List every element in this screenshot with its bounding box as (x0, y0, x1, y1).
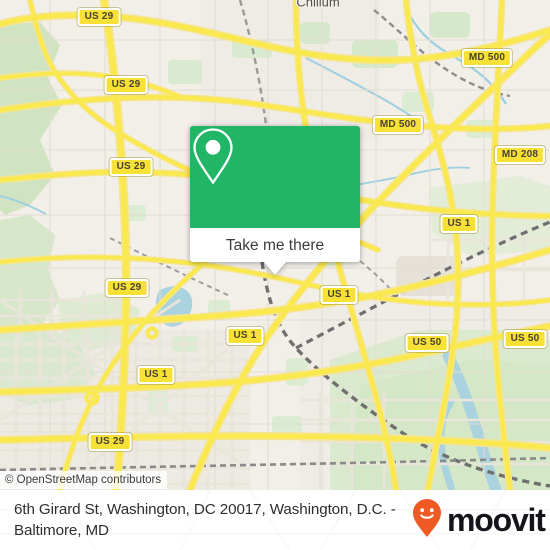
road-shield[interactable]: MD 500 (372, 116, 424, 134)
road-shield[interactable]: MD 500 (461, 49, 513, 67)
map-canvas[interactable]: Chillum US 29 US 29 US 29 US 29 US 29 US… (0, 0, 550, 490)
road-shield[interactable]: US 29 (105, 279, 149, 297)
place-label-chillum: Chillum (296, 0, 340, 10)
road-shield[interactable]: US 1 (320, 286, 358, 304)
road-shield[interactable]: US 29 (109, 158, 153, 176)
footer-bar: 6th Girard St, Washington, DC 20017, Was… (0, 490, 550, 550)
road-shield[interactable]: US 29 (104, 76, 148, 94)
address-label: 6th Girard St, Washington, DC 20017, Was… (14, 501, 396, 539)
road-shield[interactable]: US 50 (503, 330, 547, 348)
moovit-smiley-pin-icon (412, 498, 442, 543)
moovit-logo[interactable]: moovit (412, 498, 546, 543)
road-shield[interactable]: US 1 (137, 366, 175, 384)
road-shield[interactable]: US 1 (440, 215, 478, 233)
destination-callout[interactable]: Take me there (190, 126, 360, 275)
moovit-map-screenshot: Chillum US 29 US 29 US 29 US 29 US 29 US… (0, 0, 550, 550)
road-shield[interactable]: MD 208 (494, 146, 546, 164)
road-shield[interactable]: US 29 (77, 8, 121, 26)
moovit-wordmark: moovit (447, 502, 546, 538)
osm-attribution[interactable]: © OpenStreetMap contributors (0, 471, 168, 489)
callout-pointer (264, 262, 286, 275)
take-me-there-label: Take me there (225, 236, 325, 254)
road-shield[interactable]: US 50 (405, 334, 449, 352)
road-shield[interactable]: US 29 (88, 433, 132, 451)
take-me-there-button[interactable]: Take me there (190, 228, 360, 262)
callout-image-area (190, 126, 360, 228)
road-shield[interactable]: US 1 (226, 327, 264, 345)
